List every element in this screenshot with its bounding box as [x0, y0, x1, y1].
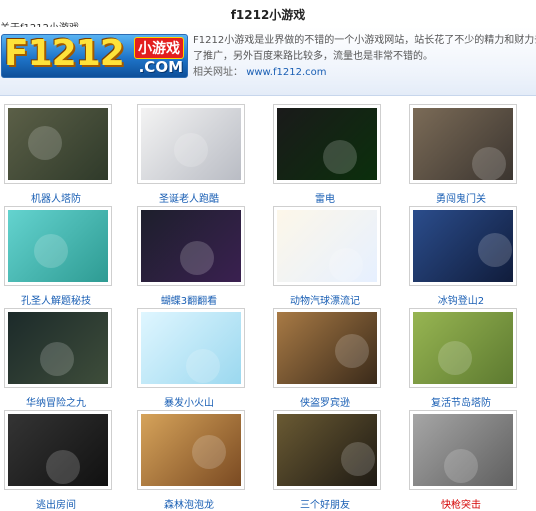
description-line-1: F1212小游戏是业界做的不错的一个小游戏网站，站长花了不少的精力和财力去推广	[193, 35, 536, 46]
game-card[interactable]: 森林泡泡龙	[137, 410, 245, 511]
game-title-link[interactable]: 动物汽球漂流记	[273, 292, 377, 307]
ghost-gate-thumb	[413, 108, 513, 180]
forest-bubble-thumb	[141, 414, 241, 486]
thumbnail-decoration	[40, 342, 74, 376]
game-thumbnail[interactable]	[409, 410, 517, 490]
game-card[interactable]: 快枪突击	[409, 410, 517, 511]
game-card[interactable]: 机器人塔防	[4, 104, 112, 205]
game-title-link[interactable]: 机器人塔防	[4, 190, 108, 205]
game-card[interactable]: 逃出房间	[4, 410, 112, 511]
game-thumbnail[interactable]	[4, 104, 112, 184]
escape-room-thumb	[8, 414, 108, 486]
game-thumbnail[interactable]	[137, 104, 245, 184]
logo-tag: 小游戏	[134, 37, 184, 59]
game-thumbnail[interactable]	[409, 104, 517, 184]
site-url-link[interactable]: www.f1212.com	[246, 67, 326, 78]
game-thumbnail[interactable]	[137, 410, 245, 490]
game-title-link[interactable]: 暴发小火山	[137, 394, 241, 409]
game-card[interactable]: 暴发小火山	[137, 308, 245, 409]
game-card[interactable]: 动物汽球漂流记	[273, 206, 381, 307]
thunder-thumb	[277, 108, 377, 180]
thumbnail-decoration	[335, 334, 369, 368]
thumbnail-decoration	[174, 133, 208, 167]
robot-tower-defense-thumb	[8, 108, 108, 180]
game-thumbnail[interactable]	[409, 308, 517, 388]
thumbnail-decoration	[180, 241, 214, 275]
game-card[interactable]: 侠盗罗宾逊	[273, 308, 381, 409]
thumbnail-decoration	[46, 450, 80, 484]
game-title-link[interactable]: 勇闯鬼门关	[409, 190, 513, 205]
game-title-link[interactable]: 复活节岛塔防	[409, 394, 513, 409]
game-title-link[interactable]: 雷电	[273, 190, 377, 205]
game-card[interactable]: 雷电	[273, 104, 381, 205]
game-title-link[interactable]: 华纳冒险之九	[4, 394, 108, 409]
easter-island-td-thumb	[413, 312, 513, 384]
three-friends-thumb	[277, 414, 377, 486]
confucius-puzzle-thumb	[8, 210, 108, 282]
thumbnail-decoration	[192, 435, 226, 469]
game-thumbnail[interactable]	[4, 410, 112, 490]
ice-climb-thumb	[413, 210, 513, 282]
game-card[interactable]: 复活节岛塔防	[409, 308, 517, 409]
game-thumbnail[interactable]	[273, 104, 381, 184]
site-url-row: 相关网址： www.f1212.com	[193, 65, 536, 81]
thumbnail-decoration	[323, 140, 357, 174]
game-thumbnail[interactable]	[137, 206, 245, 286]
page-title: f1212小游戏	[230, 8, 306, 22]
santa-parkour-thumb	[141, 108, 241, 180]
game-thumbnail[interactable]	[4, 206, 112, 286]
game-title-link[interactable]: 蝴蝶3翻翻看	[137, 292, 241, 307]
description-line-2: 了推广，另外百度来路比较多，流量也是非常不错的。	[193, 51, 433, 62]
quick-gun-assault-thumb	[413, 414, 513, 486]
site-url-label: 相关网址：	[193, 67, 243, 78]
game-card[interactable]: 圣诞老人跑酷	[137, 104, 245, 205]
game-title-link[interactable]: 孔圣人解题秘技	[4, 292, 108, 307]
thumbnail-decoration	[472, 147, 506, 180]
game-card[interactable]: 华纳冒险之九	[4, 308, 112, 409]
little-volcano-thumb	[141, 312, 241, 384]
thumbnail-decoration	[28, 126, 62, 160]
butterfly-memory-thumb	[141, 210, 241, 282]
game-card[interactable]: 蝴蝶3翻翻看	[137, 206, 245, 307]
thumbnail-decoration	[329, 248, 363, 282]
site-description: F1212小游戏是业界做的不错的一个小游戏网站，站长花了不少的精力和财力去推广 …	[193, 33, 536, 81]
thumbnail-decoration	[186, 349, 220, 383]
game-thumbnail[interactable]	[273, 206, 381, 286]
game-thumbnail[interactable]	[4, 308, 112, 388]
game-thumbnail[interactable]	[273, 410, 381, 490]
game-card[interactable]: 孔圣人解题秘技	[4, 206, 112, 307]
game-card[interactable]: 冰钩登山2	[409, 206, 517, 307]
logo-domain-suffix: .COM	[138, 58, 183, 76]
thumbnail-decoration	[478, 233, 512, 267]
animal-balloon-thumb	[277, 210, 377, 282]
thumbnail-decoration	[444, 449, 478, 483]
game-title-link[interactable]: 侠盗罗宾逊	[273, 394, 377, 409]
game-title-link[interactable]: 圣诞老人跑酷	[137, 190, 241, 205]
game-card[interactable]: 三个好朋友	[273, 410, 381, 511]
logo-wordmark: F1212	[4, 34, 125, 74]
game-card[interactable]: 勇闯鬼门关	[409, 104, 517, 205]
site-logo[interactable]: F1212 小游戏 .COM	[1, 34, 188, 78]
game-title-link[interactable]: 冰钩登山2	[409, 292, 513, 307]
robin-hood-thumb	[277, 312, 377, 384]
thumbnail-decoration	[438, 341, 472, 375]
game-thumbnail[interactable]	[273, 308, 381, 388]
game-thumbnail[interactable]	[137, 308, 245, 388]
thumbnail-decoration	[341, 442, 375, 476]
game-thumbnail[interactable]	[409, 206, 517, 286]
thumbnail-decoration	[34, 234, 68, 268]
warner-adventure-thumb	[8, 312, 108, 384]
